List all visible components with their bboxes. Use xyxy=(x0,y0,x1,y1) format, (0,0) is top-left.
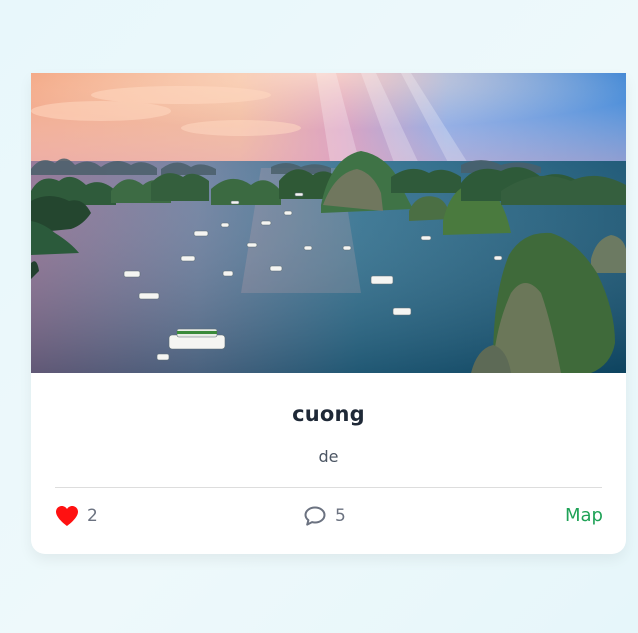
comment-button[interactable]: 5 xyxy=(303,501,346,531)
hero-image xyxy=(31,73,626,373)
card-title: cuong xyxy=(292,402,365,426)
comment-count: 5 xyxy=(335,506,346,526)
comment-icon[interactable] xyxy=(303,505,327,527)
bay-scene-image xyxy=(31,73,626,373)
heart-icon[interactable] xyxy=(55,505,79,527)
card-divider xyxy=(55,487,602,488)
like-count: 2 xyxy=(87,506,98,526)
map-link[interactable]: Map xyxy=(565,501,603,531)
card-actions: 2 5 Map xyxy=(55,501,603,531)
post-card: cuong de 2 5 Map xyxy=(31,73,626,554)
card-subtitle: de xyxy=(318,447,339,466)
like-button[interactable]: 2 xyxy=(55,501,98,531)
